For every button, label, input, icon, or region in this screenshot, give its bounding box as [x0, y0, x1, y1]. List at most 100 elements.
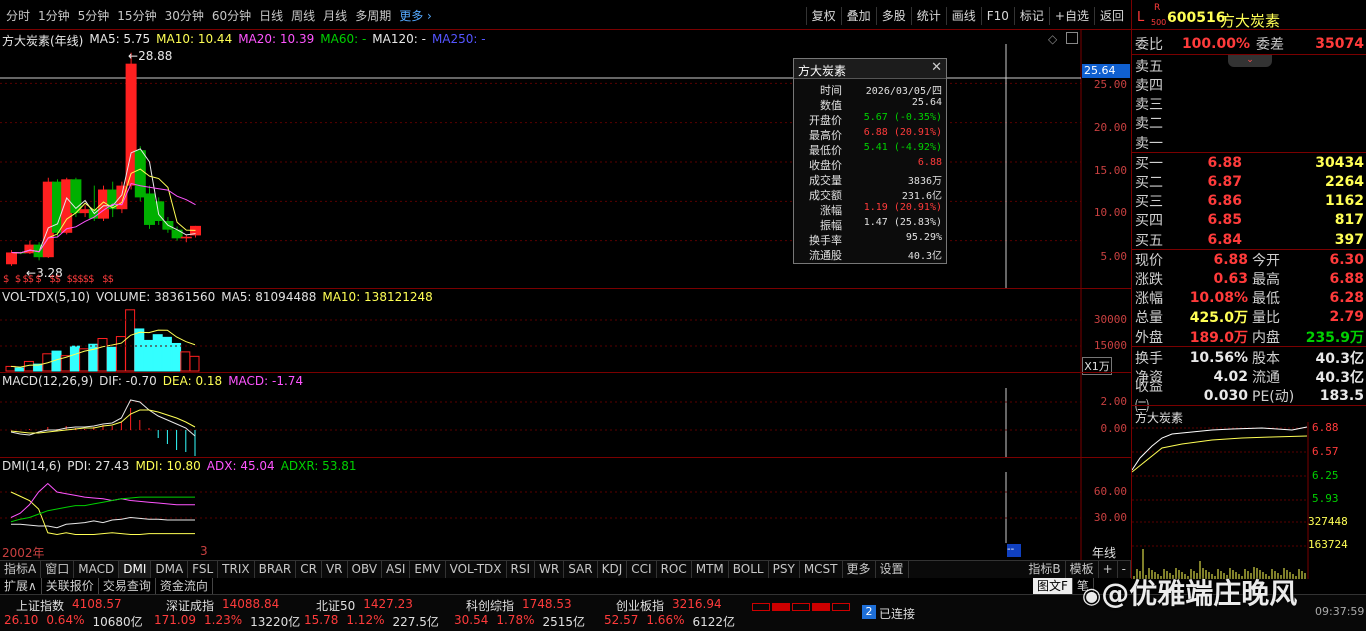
- index-quote[interactable]: 北证50 1427.23: [316, 597, 413, 614]
- tooltip-value: 95.29%: [905, 232, 942, 243]
- indicator-tab[interactable]: CCI: [627, 561, 657, 578]
- sell-row[interactable]: 卖四: [1132, 75, 1366, 95]
- tooltip-value: 5.41 (-4.92%): [863, 142, 942, 153]
- indicator-tab[interactable]: TRIX: [218, 561, 255, 578]
- dmi-legend: DMI(14,6) PDI: 27.43 MDI: 10.80 ADX: 45.…: [2, 459, 357, 473]
- period-tab-timeshare[interactable]: 分时: [2, 8, 34, 24]
- mark-button[interactable]: 标记: [1013, 7, 1049, 25]
- indicator-tab[interactable]: MCST: [800, 561, 843, 578]
- connection-count[interactable]: 2: [862, 605, 876, 619]
- indicator-tab[interactable]: ROC: [657, 561, 692, 578]
- period-tab-more[interactable]: 更多 ›: [395, 8, 436, 24]
- indicator-tab[interactable]: WR: [535, 561, 565, 578]
- indicator-tab[interactable]: FSL: [188, 561, 219, 578]
- quote-header: L R 500 600516 方大炭素: [1132, 0, 1366, 30]
- overlay-button[interactable]: 叠加: [840, 7, 876, 25]
- indicator-tab[interactable]: SAR: [564, 561, 598, 578]
- indicator-tab[interactable]: ASI: [382, 561, 411, 578]
- tooltip-value: 231.6亿: [901, 191, 942, 202]
- volume-bar: [14, 367, 25, 372]
- mini-tab-graphic[interactable]: 图文F: [1033, 578, 1073, 594]
- indicator-tab[interactable]: DMI: [119, 561, 152, 578]
- buy-row[interactable]: 买二 6.87 2264: [1132, 172, 1366, 192]
- period-tab-5min[interactable]: 5分钟: [74, 8, 114, 24]
- tooltip-value: 6.88: [917, 157, 942, 168]
- tooltip-row: 数值 25.64: [794, 97, 946, 113]
- tooltip-value: 5.67 (-0.35%): [863, 112, 942, 123]
- period-tab-daily[interactable]: 日线: [255, 8, 287, 24]
- indicator-tab[interactable]: MACD: [74, 561, 120, 578]
- period-tab-weekly[interactable]: 周线: [287, 8, 319, 24]
- macd-legend: MACD(12,26,9) DIF: -0.70 DEA: 0.18 MACD:…: [2, 374, 303, 388]
- index-chg: 15.78: [304, 613, 339, 627]
- buy-row[interactable]: 买五 6.84 397: [1132, 230, 1366, 250]
- period-tab-15min[interactable]: 15分钟: [113, 8, 160, 24]
- indicator-tab[interactable]: VR: [322, 561, 348, 578]
- indicator-tab[interactable]: OBV: [348, 561, 383, 578]
- index-quote[interactable]: 深证成指 14088.84: [166, 597, 279, 614]
- period-tab-monthly[interactable]: 月线: [319, 8, 351, 24]
- stat-row: 换手 10.56% 股本 40.3亿: [1132, 348, 1366, 368]
- period-tab-30min[interactable]: 30分钟: [161, 8, 208, 24]
- indicator-tab[interactable]: 设置: [876, 561, 909, 578]
- dmi-axis-label: 60.00: [1093, 485, 1127, 498]
- buy-row[interactable]: 买一 6.88 30434: [1132, 153, 1366, 173]
- indicator-tab[interactable]: RSI: [507, 561, 536, 578]
- period-tab-1min[interactable]: 1分钟: [34, 8, 74, 24]
- period-tab-60min[interactable]: 60分钟: [208, 8, 255, 24]
- indicator-tab[interactable]: KDJ: [598, 561, 628, 578]
- index-quote[interactable]: 上证指数 4108.57: [16, 597, 122, 614]
- adjust-button[interactable]: 复权: [805, 7, 841, 25]
- back-button[interactable]: 返回: [1093, 7, 1129, 25]
- buy-row[interactable]: 买三 6.86 1162: [1132, 191, 1366, 211]
- indicator-tab[interactable]: MTM: [692, 561, 729, 578]
- trade-query-tab[interactable]: 交易查询: [99, 578, 156, 594]
- dmi-pdi: PDI: 27.43: [67, 459, 130, 473]
- indicator-tab[interactable]: 指标A: [0, 561, 42, 578]
- period-label: 年线: [1092, 546, 1117, 560]
- tooltip-header: 方大炭素 ✕: [794, 59, 946, 79]
- close-icon[interactable]: ✕: [931, 60, 942, 75]
- indicator-tab[interactable]: 窗口: [41, 561, 75, 578]
- buy-price: 6.88: [1207, 154, 1242, 171]
- indicator-tab[interactable]: VOL-TDX: [446, 561, 507, 578]
- draw-line-button[interactable]: 画线: [945, 7, 981, 25]
- macd-axis-label: 2.00: [1100, 395, 1128, 408]
- related-quotes-tab[interactable]: 关联报价: [42, 578, 99, 594]
- index-quote[interactable]: 创业板指 3216.94: [616, 597, 722, 614]
- chart-area[interactable]: 方大炭素(年线) MA5: 5.75 MA10: 10.44 MA20: 10.…: [0, 30, 1131, 561]
- indicator-tab[interactable]: CR: [296, 561, 322, 578]
- indicator-tab[interactable]: DMA: [151, 561, 189, 578]
- index-name: 上证指数: [16, 599, 65, 613]
- buy-row[interactable]: 买四 6.85 817: [1132, 211, 1366, 231]
- sell-label: 卖一: [1135, 135, 1163, 152]
- tooltip-row: 收盘价 6.88: [794, 157, 946, 173]
- indicator-tab[interactable]: BOLL: [729, 561, 769, 578]
- indicator-tab[interactable]: PSY: [769, 561, 800, 578]
- sell-row[interactable]: 卖五: [1132, 56, 1366, 76]
- indicator-tab[interactable]: 更多: [843, 561, 876, 578]
- indicator-right-tab[interactable]: 指标B: [1024, 561, 1066, 578]
- fund-flow-tab[interactable]: 资金流向: [156, 578, 213, 594]
- buy-volume: 817: [1334, 212, 1364, 229]
- indicator-tab[interactable]: EMV: [410, 561, 446, 578]
- price-axis-label: 10.00: [1093, 206, 1127, 219]
- macd-axis-label: 0.00: [1100, 422, 1128, 435]
- statistics-button[interactable]: 统计: [910, 7, 946, 25]
- stat-label: 总量: [1135, 310, 1163, 327]
- sell-row[interactable]: 卖一: [1132, 133, 1366, 153]
- event-markers[interactable]: $ $ $$ $ $$ $$$$$ $$: [3, 274, 114, 285]
- indicator-tab[interactable]: BRAR: [255, 561, 297, 578]
- sell-row[interactable]: 卖二: [1132, 114, 1366, 134]
- stat-row: 涨幅 10.08% 最低 6.28: [1132, 288, 1366, 308]
- f10-button[interactable]: F10: [980, 7, 1014, 25]
- add-watchlist-button[interactable]: +自选: [1048, 7, 1094, 25]
- tooltip-value: 6.88 (20.91%): [863, 127, 942, 138]
- index-quote[interactable]: 科创综指 1748.53: [466, 597, 572, 614]
- sell-row[interactable]: 卖三: [1132, 94, 1366, 114]
- multi-stock-button[interactable]: 多股: [875, 7, 911, 25]
- chevron-right-icon: ›: [423, 9, 432, 23]
- period-tab-multi[interactable]: 多周期: [351, 8, 395, 24]
- index-amount: 13220亿: [250, 615, 301, 629]
- expand-tab[interactable]: 扩展∧: [0, 578, 42, 594]
